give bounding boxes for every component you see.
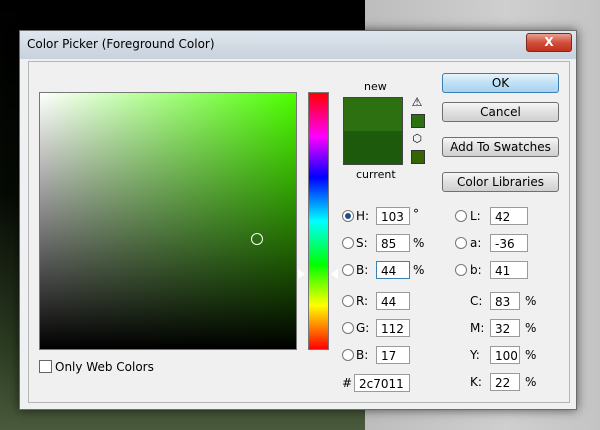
- m-input[interactable]: 32: [490, 319, 520, 337]
- b-hsb-radio[interactable]: [342, 264, 354, 276]
- web-safe-cube-icon[interactable]: ⬡: [411, 133, 423, 145]
- y-label: Y:: [470, 348, 480, 362]
- b-hsb-unit: %: [413, 263, 425, 277]
- b-rgb-label: B:: [356, 348, 369, 362]
- a-radio[interactable]: [455, 237, 467, 249]
- l-input[interactable]: 42: [490, 207, 528, 225]
- gamut-swatch[interactable]: [411, 114, 425, 128]
- only-web-colors-label: Only Web Colors: [55, 360, 154, 374]
- g-radio[interactable]: [342, 322, 354, 334]
- close-button[interactable]: X: [526, 33, 572, 52]
- window-title: Color Picker (Foreground Color): [27, 37, 215, 51]
- new-label: new: [364, 80, 387, 93]
- hex-label: #: [342, 376, 353, 390]
- g-input[interactable]: 112: [376, 319, 410, 337]
- s-label: S:: [356, 236, 368, 250]
- r-radio[interactable]: [342, 295, 354, 307]
- color-field[interactable]: [39, 92, 297, 350]
- hex-input[interactable]: 2c7011: [354, 374, 410, 392]
- l-radio[interactable]: [455, 210, 467, 222]
- dialog-body: Only Web Colors new current ⚠ ⬡ OK Cance…: [28, 61, 570, 403]
- current-label: current: [356, 168, 396, 181]
- a-label: a:: [470, 236, 482, 250]
- color-libraries-button[interactable]: Color Libraries: [442, 172, 559, 192]
- color-preview: [343, 97, 403, 165]
- k-unit: %: [525, 375, 537, 389]
- color-picker-dialog: Color Picker (Foreground Color) X Only W…: [19, 30, 577, 410]
- y-unit: %: [525, 348, 537, 362]
- h-input[interactable]: 103: [376, 207, 410, 225]
- m-unit: %: [525, 321, 537, 335]
- b-lab-input[interactable]: 41: [490, 261, 528, 279]
- b-rgb-input[interactable]: 17: [376, 346, 410, 364]
- g-label: G:: [356, 321, 370, 335]
- title-bar: Color Picker (Foreground Color) X: [20, 31, 576, 59]
- add-to-swatches-button[interactable]: Add To Swatches: [442, 137, 559, 157]
- web-safe-swatch[interactable]: [411, 150, 425, 164]
- a-input[interactable]: -36: [490, 234, 528, 252]
- hue-slider[interactable]: [308, 92, 329, 350]
- h-label: H:: [356, 209, 370, 223]
- c-input[interactable]: 83: [490, 292, 520, 310]
- r-input[interactable]: 44: [376, 292, 410, 310]
- s-radio[interactable]: [342, 237, 354, 249]
- s-unit: %: [413, 236, 425, 250]
- hue-slider-left-arrow[interactable]: [298, 269, 305, 279]
- b-lab-label: b:: [470, 263, 482, 277]
- ok-button[interactable]: OK: [442, 73, 559, 93]
- h-unit: °: [413, 207, 419, 221]
- cancel-button[interactable]: Cancel: [442, 102, 559, 122]
- l-label: L:: [470, 209, 481, 223]
- c-label: C:: [470, 294, 483, 308]
- current-color-swatch[interactable]: [344, 131, 402, 164]
- y-input[interactable]: 100: [490, 346, 520, 364]
- only-web-colors-checkbox[interactable]: [39, 360, 52, 373]
- r-label: R:: [356, 294, 369, 308]
- h-radio[interactable]: [342, 210, 354, 222]
- k-label: K:: [470, 375, 482, 389]
- k-input[interactable]: 22: [490, 373, 520, 391]
- c-unit: %: [525, 294, 537, 308]
- b-lab-radio[interactable]: [455, 264, 467, 276]
- b-hsb-input[interactable]: 44: [376, 261, 410, 279]
- s-input[interactable]: 85: [376, 234, 410, 252]
- hue-slider-right-arrow[interactable]: [331, 269, 338, 279]
- b-rgb-radio[interactable]: [342, 349, 354, 361]
- b-hsb-label: B:: [356, 263, 369, 277]
- color-field-cursor[interactable]: [251, 233, 263, 245]
- m-label: M:: [470, 321, 485, 335]
- new-color-swatch: [344, 98, 402, 131]
- out-of-gamut-warning-icon[interactable]: ⚠: [410, 96, 424, 109]
